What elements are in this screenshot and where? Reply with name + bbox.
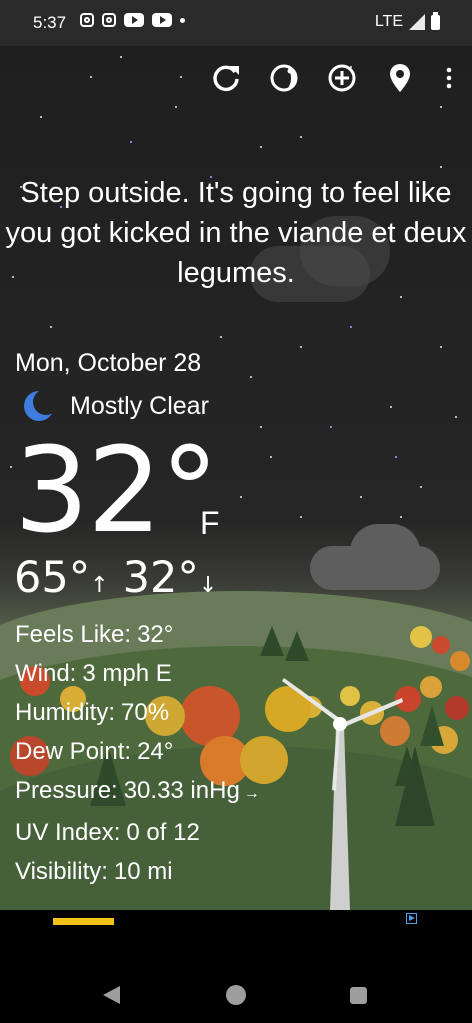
instagram-icon <box>80 13 94 27</box>
detail-value: 24° <box>137 738 174 765</box>
youtube-icon <box>124 13 144 27</box>
theme-button[interactable] <box>268 62 300 94</box>
detail-label: Visibility: <box>15 858 108 885</box>
detail-value: 3 mph E <box>82 660 172 687</box>
add-location-button[interactable] <box>326 62 358 94</box>
detail-humidity: Humidity: 70% <box>15 693 260 732</box>
more-notifications-icon <box>180 17 185 23</box>
detail-value: 30.33 inHg <box>123 777 240 804</box>
more-options-button[interactable] <box>442 62 456 94</box>
detail-dew-point: Dew Point: 24° <box>15 732 260 771</box>
weather-details: Feels Like: 32° Wind: 3 mph E Humidity: 70%… <box>15 615 260 891</box>
home-icon[interactable] <box>226 985 246 1005</box>
ad-banner[interactable] <box>0 910 472 962</box>
detail-feels-like: Feels Like: 32° <box>15 615 260 654</box>
high-arrow: ↑ <box>90 573 109 598</box>
location-button[interactable] <box>384 62 416 94</box>
instagram-icon <box>102 13 116 27</box>
refresh-icon <box>213 65 239 92</box>
status-bar: 5:37 LTE <box>0 0 472 46</box>
adchoices-icon[interactable] <box>406 913 417 924</box>
status-right: LTE <box>374 11 440 31</box>
condition-row: Mostly Clear <box>22 389 209 423</box>
detail-label: Feels Like: <box>15 621 132 648</box>
pressure-trend-icon: → <box>243 785 260 802</box>
high-low-row: 65°↑ 32°↓ <box>14 553 217 603</box>
detail-label: Pressure: <box>15 777 118 804</box>
detail-label: Dew Point: <box>15 738 132 765</box>
theme-icon <box>270 64 298 92</box>
status-time: 5:37 <box>33 13 67 32</box>
detail-value: 32° <box>137 621 174 648</box>
windmill-icon <box>282 678 403 910</box>
low-arrow: ↓ <box>198 573 218 598</box>
current-temperature: 32° <box>14 421 219 559</box>
more-vert-icon <box>446 67 452 89</box>
detail-label: Humidity: <box>15 699 116 726</box>
back-icon[interactable] <box>103 986 120 1004</box>
location-pin-icon <box>390 64 410 92</box>
detail-label: Wind: <box>15 660 77 687</box>
condition-text: Mostly Clear <box>70 391 209 420</box>
detail-value: 10 mi <box>113 858 173 885</box>
system-nav-bar <box>0 962 472 1023</box>
moon-icon <box>24 389 56 421</box>
refresh-button[interactable] <box>210 62 242 94</box>
recents-icon[interactable] <box>350 987 367 1004</box>
forecast-date: Mon, October 28 <box>15 349 202 377</box>
detail-uv-index: UV Index: 0 of 12 <box>15 813 260 852</box>
detail-pressure: Pressure: 30.33 inHg → <box>15 771 260 813</box>
add-location-icon <box>328 64 356 92</box>
detail-label: UV Index: <box>15 819 121 846</box>
ad-accent-bar <box>53 918 114 925</box>
detail-visibility: Visibility: 10 mi <box>15 852 260 891</box>
signal-icon <box>409 14 425 30</box>
notification-icons <box>80 13 185 27</box>
battery-icon <box>431 11 440 30</box>
weather-headline: Step outside. It's going to feel like yo… <box>5 177 467 289</box>
low-temperature: 32° <box>122 553 199 603</box>
detail-value: 70% <box>121 699 170 726</box>
network-label: LTE <box>374 13 403 30</box>
youtube-icon <box>152 13 172 27</box>
temperature-unit: F <box>200 505 220 541</box>
detail-wind: Wind: 3 mph E <box>15 654 260 693</box>
top-toolbar <box>210 62 456 94</box>
detail-value: 0 of 12 <box>126 819 200 846</box>
high-temperature: 65° <box>14 553 91 603</box>
